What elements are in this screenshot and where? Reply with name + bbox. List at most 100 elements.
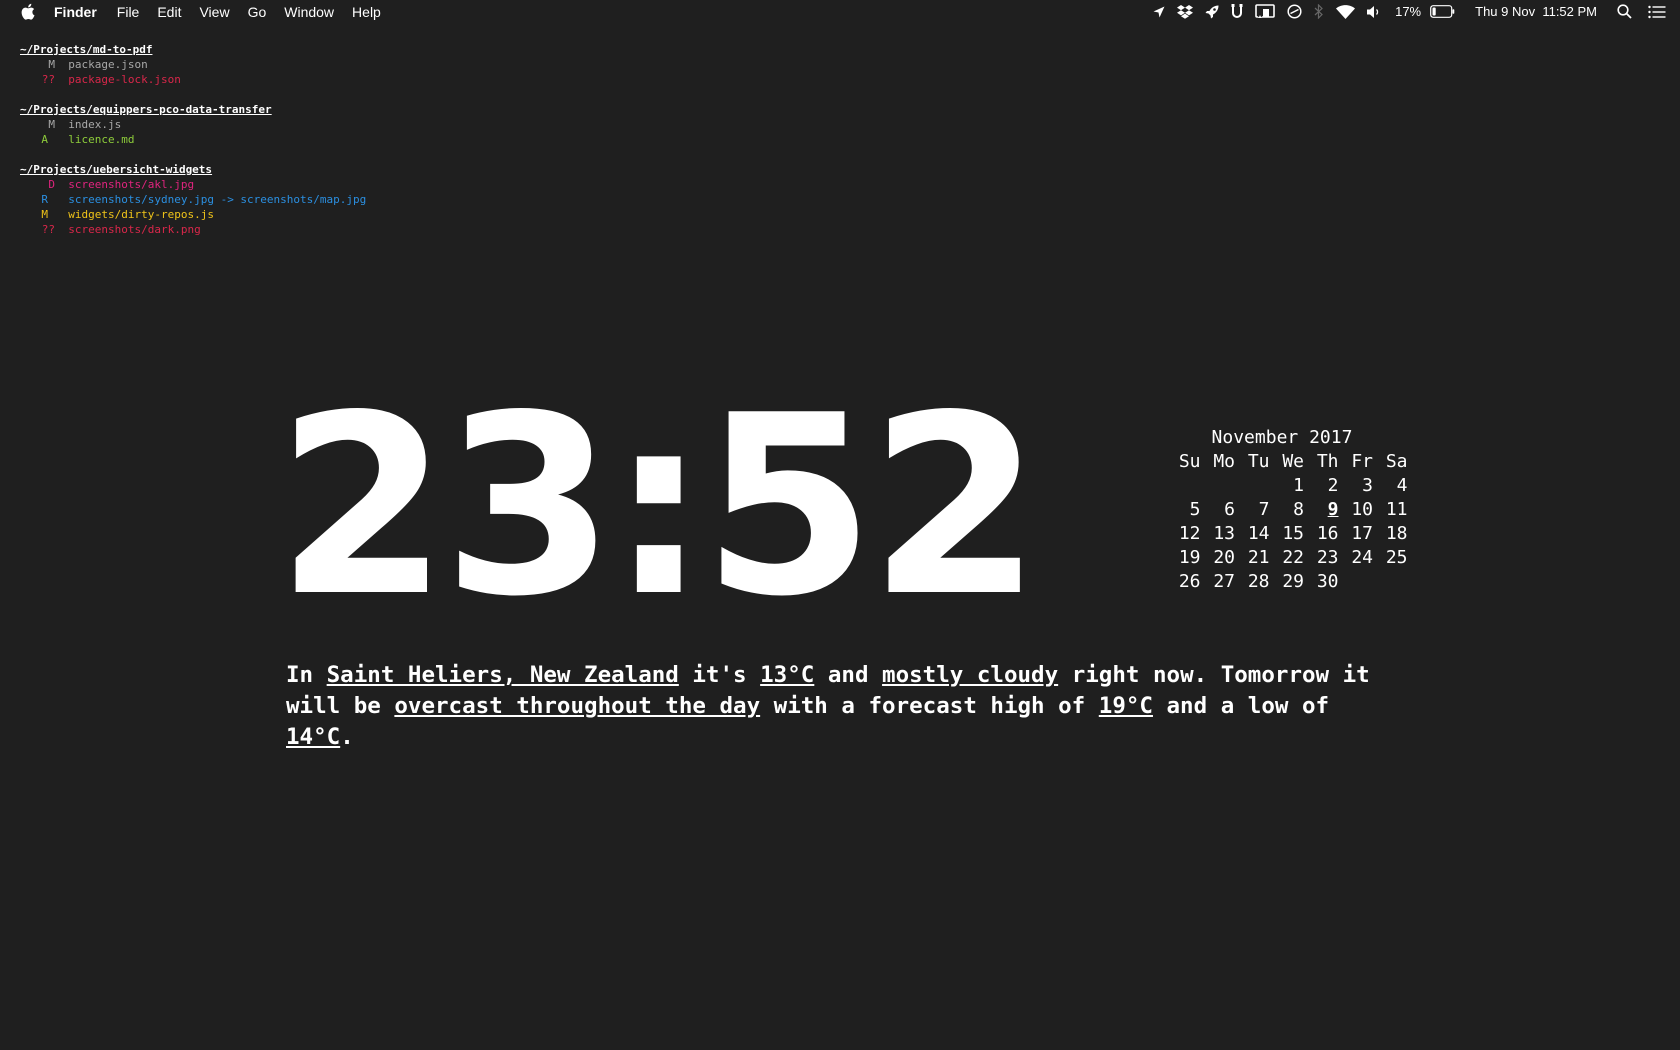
menu-app-finder[interactable]: Finder (54, 4, 97, 20)
calendar-day: 2 (1327, 475, 1339, 496)
weekday-label: Mo (1213, 451, 1235, 472)
file-name: package.json (68, 58, 148, 71)
magnet-icon[interactable] (1231, 0, 1243, 23)
calendar-day: 8 (1293, 499, 1304, 520)
rocket-icon[interactable] (1205, 0, 1219, 23)
change-row: D screenshots/akl.jpg (20, 177, 366, 192)
calendar-day: 29 (1282, 571, 1304, 592)
weekday-label: Sa (1385, 451, 1408, 472)
calendar-week-row: 19 20 21 22 23 24 25 (1166, 546, 1408, 570)
notification-center-icon[interactable] (1648, 0, 1666, 23)
repo-block: ~/Projects/equippers-pco-data-transfer M… (20, 102, 366, 147)
clock-widget: 23:52 (276, 363, 1041, 651)
status-code: R (41, 193, 48, 206)
calendar-day: 22 (1282, 547, 1304, 568)
calendar-day: 14 (1247, 523, 1270, 544)
location-arrow-icon[interactable] (1153, 0, 1165, 23)
calendar-week-row: 1 2 3 4 (1166, 474, 1407, 498)
battery-icon[interactable] (1430, 0, 1455, 23)
calendar-day: 11 (1385, 499, 1408, 520)
change-row: M package.json (20, 57, 366, 72)
menu-window[interactable]: Window (284, 4, 334, 20)
status-code: A (41, 133, 48, 146)
change-row: M index.js (20, 117, 366, 132)
change-row: ?? package-lock.json (20, 72, 366, 87)
bluetooth-icon[interactable] (1314, 0, 1324, 23)
calendar-day (1373, 570, 1408, 594)
file-name: licence.md (68, 133, 135, 146)
calendar-day: 15 (1282, 523, 1304, 544)
weekday-label: Tu (1247, 451, 1270, 472)
repo-path: ~/Projects/equippers-pco-data-transfer (20, 103, 272, 116)
weather-tomorrow-condition: overcast throughout the day (394, 693, 761, 719)
calendar-day: 25 (1385, 547, 1408, 568)
menu-help[interactable]: Help (352, 4, 381, 20)
dirty-repos-widget: ~/Projects/md-to-pdf M package.json ?? p… (20, 42, 366, 252)
weekday-label: Su (1178, 451, 1201, 472)
file-name: screenshots/sydney.jpg -> screenshots/ma… (68, 193, 367, 206)
weather-current-temp: 13°C (760, 662, 815, 688)
calendar-day: 17 (1351, 523, 1373, 544)
calendar-day: 10 (1351, 499, 1373, 520)
menu-bar: Finder File Edit View Go Window Help 17%… (0, 0, 1680, 23)
status-code: M (41, 208, 48, 221)
calendar-day: 26 (1178, 571, 1201, 592)
calendar-day: 16 (1316, 523, 1339, 544)
calendar-day-today: 9 (1327, 499, 1339, 520)
status-code: M (48, 118, 55, 131)
volume-icon[interactable] (1367, 0, 1383, 23)
menu-list: Finder File Edit View Go Window Help (54, 0, 399, 23)
clock-menu[interactable]: Thu 9 Nov 11:52 PM (1475, 0, 1597, 23)
calendar-day: 12 (1178, 523, 1201, 544)
calendar-day: 24 (1351, 547, 1373, 568)
time-machine-icon[interactable] (1287, 0, 1302, 23)
calendar-day: 7 (1258, 499, 1270, 520)
weekday-label: Fr (1351, 451, 1373, 472)
calendar-day: 23 (1316, 547, 1339, 568)
weekday-label: Th (1316, 451, 1339, 472)
change-row: M widgets/dirty-repos.js (20, 207, 366, 222)
dropbox-icon[interactable] (1177, 0, 1194, 23)
weather-text: with a forecast high of (760, 693, 1099, 719)
calendar-day: 3 (1362, 475, 1373, 496)
apple-icon[interactable] (20, 3, 35, 20)
weather-location: Saint Heliers, New Zealand (326, 662, 679, 688)
calendar-day (1339, 570, 1374, 594)
menu-file[interactable]: File (117, 4, 140, 20)
search-icon[interactable] (1617, 0, 1632, 23)
wifi-icon[interactable] (1336, 0, 1356, 23)
repo-block: ~/Projects/md-to-pdf M package.json ?? p… (20, 42, 366, 87)
calendar-day: 6 (1224, 499, 1235, 520)
weather-text: and (814, 662, 883, 688)
change-row: R screenshots/sydney.jpg -> screenshots/… (20, 192, 366, 207)
calendar-day: 1 (1293, 475, 1304, 496)
calendar-day (1201, 474, 1236, 498)
menu-view[interactable]: View (199, 4, 229, 20)
battery-percent[interactable]: 17% (1395, 0, 1421, 23)
weather-text: In (286, 662, 327, 688)
status-code: M (48, 58, 55, 71)
calendar-day (1166, 474, 1201, 498)
change-row: ?? screenshots/dark.png (20, 222, 366, 237)
file-name: screenshots/akl.jpg (68, 178, 195, 191)
file-name: package-lock.json (68, 73, 181, 86)
menu-go[interactable]: Go (248, 4, 267, 20)
weather-low-temp: 14°C (286, 724, 341, 750)
calendar-day: 28 (1247, 571, 1270, 592)
calendar-day: 18 (1385, 523, 1408, 544)
menu-edit[interactable]: Edit (157, 4, 181, 20)
file-name: index.js (68, 118, 122, 131)
status-code: D (48, 178, 55, 191)
calendar-day: 19 (1178, 547, 1201, 568)
status-code: ?? (41, 73, 55, 86)
airplay-icon[interactable] (1255, 0, 1275, 23)
weather-widget: In Saint Heliers, New Zealand it's 13°C … (286, 660, 1406, 753)
weather-high-temp: 19°C (1098, 693, 1153, 719)
calendar-day: 13 (1213, 523, 1235, 544)
calendar-day: 27 (1213, 571, 1235, 592)
calendar-week-row: 12 13 14 15 16 17 18 (1166, 522, 1408, 546)
file-name: widgets/dirty-repos.js (68, 208, 214, 221)
calendar-week-row: 5 6 7 8 9 10 11 (1166, 498, 1408, 522)
weather-text: . (340, 724, 354, 750)
repo-path: ~/Projects/uebersicht-widgets (20, 163, 213, 176)
